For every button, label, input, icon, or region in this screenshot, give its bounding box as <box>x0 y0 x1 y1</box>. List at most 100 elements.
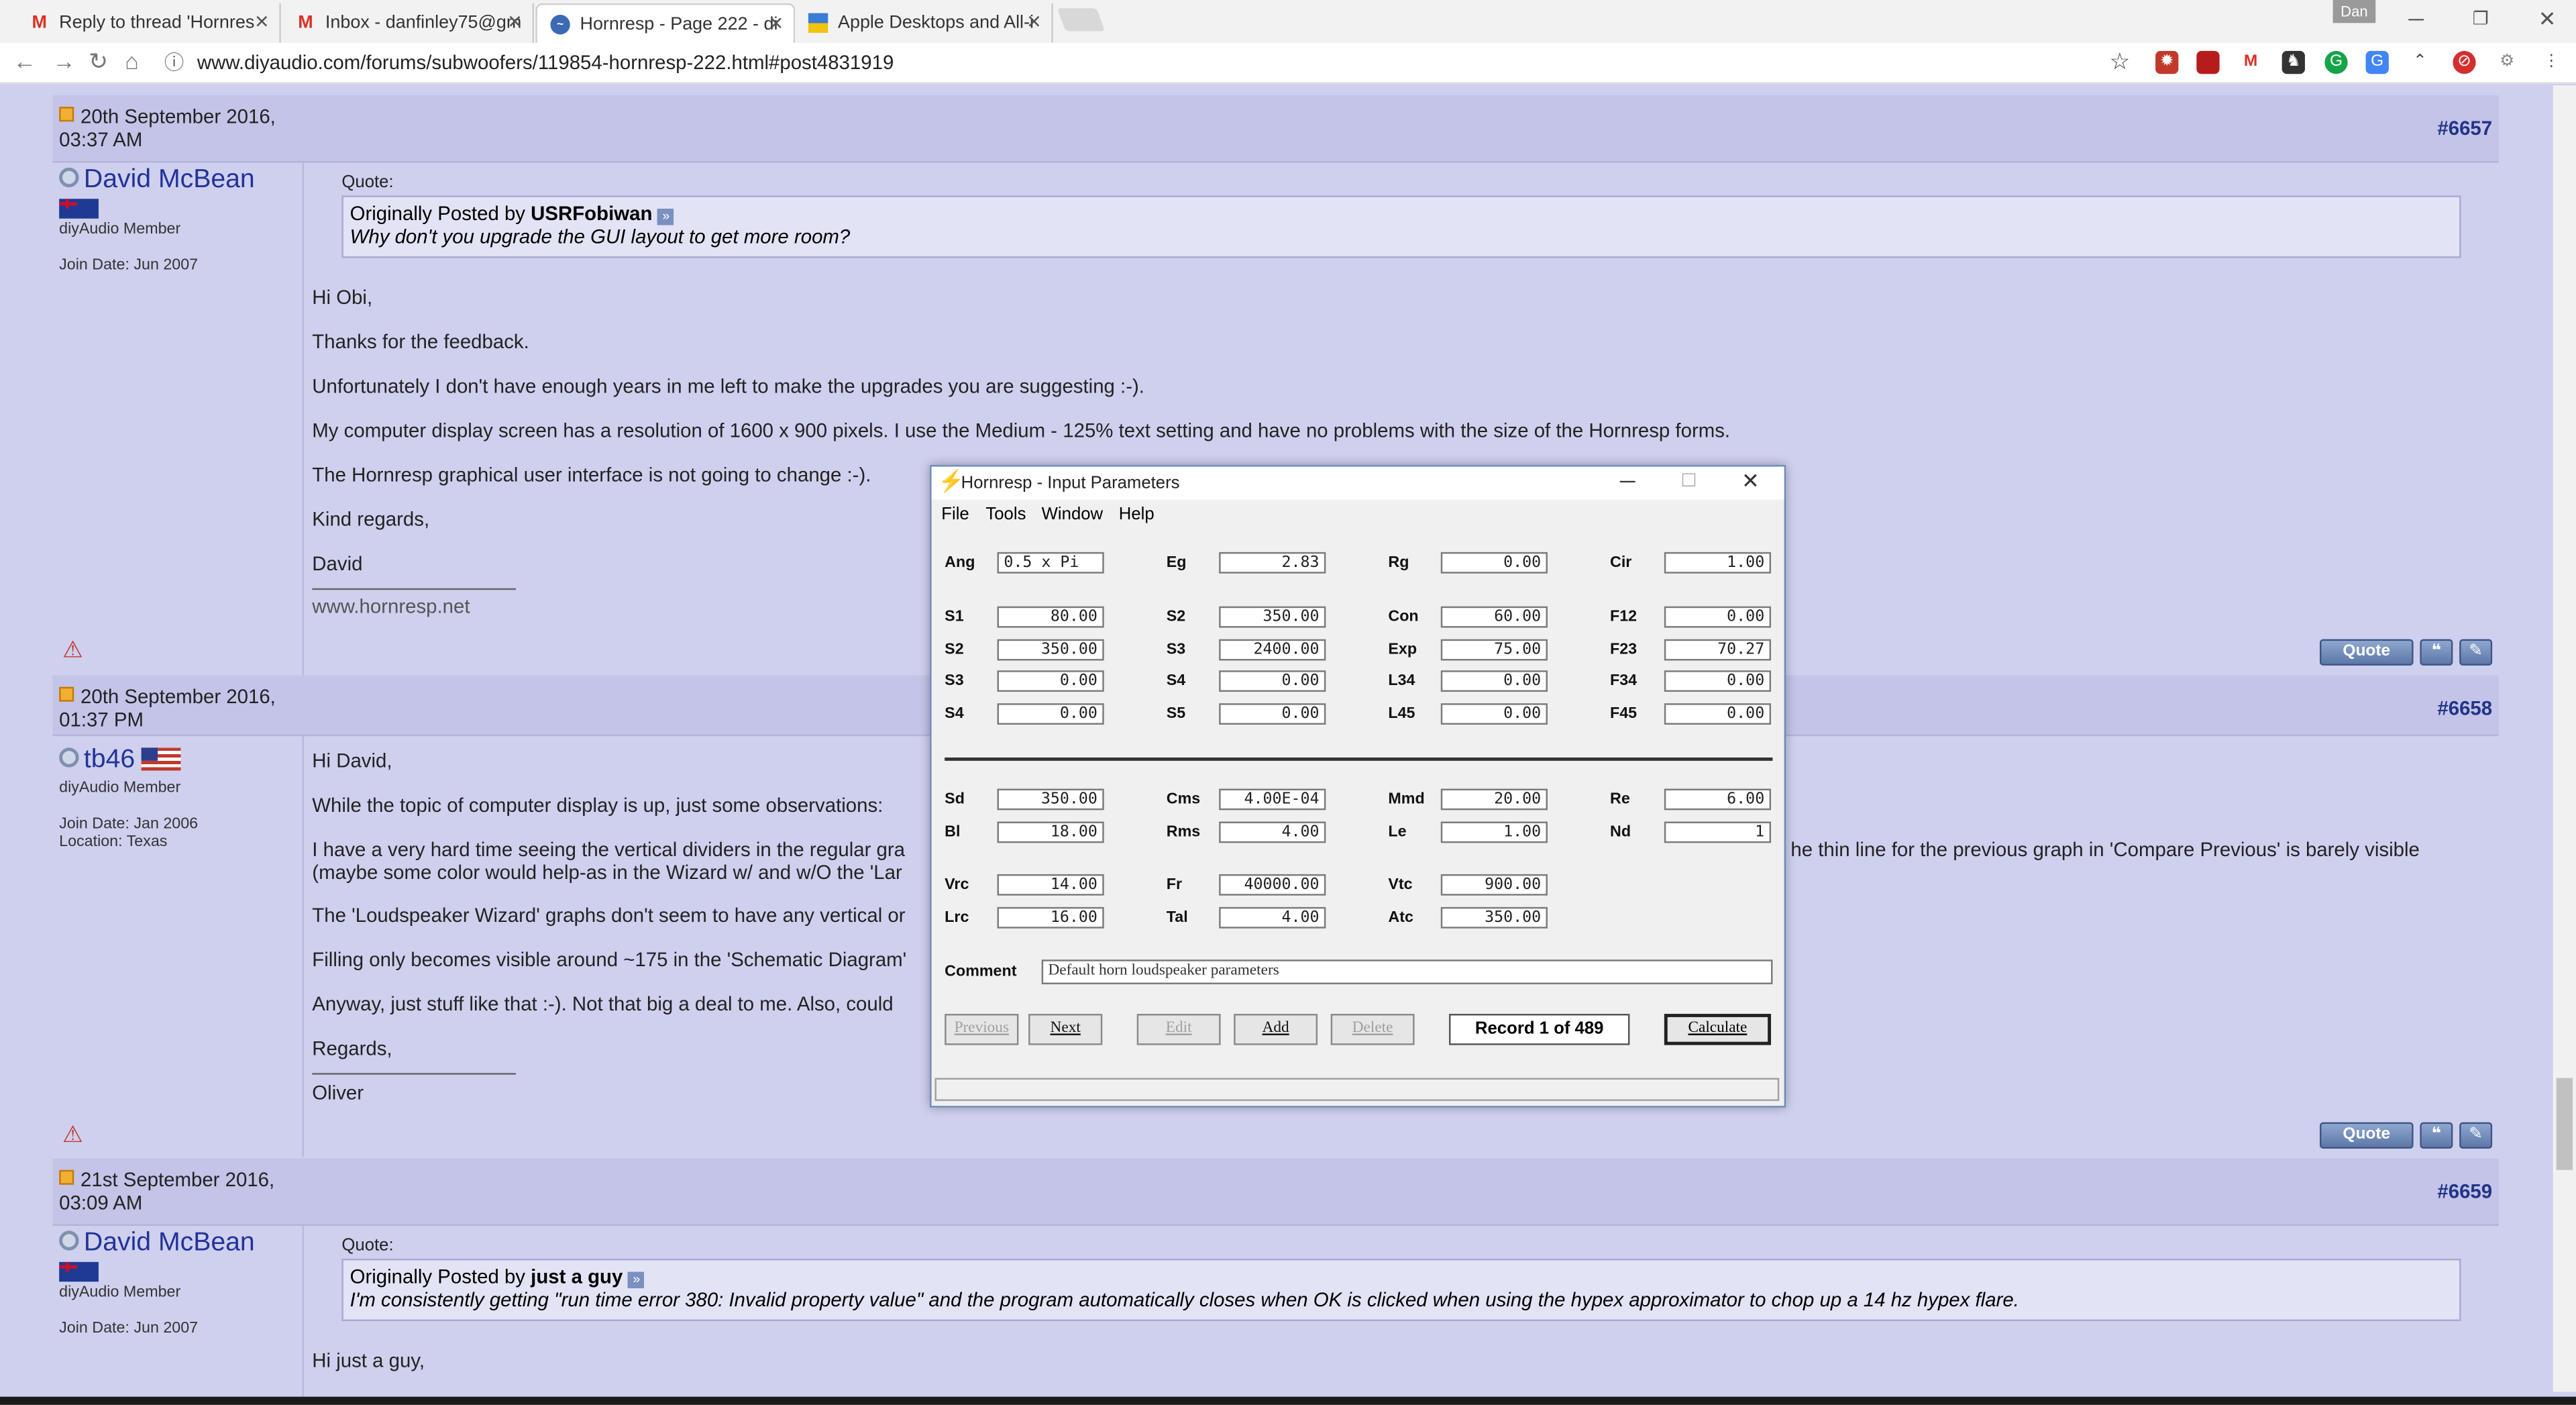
bookmark-star-icon[interactable]: ☆ <box>2110 48 2131 76</box>
scrollbar-thumb[interactable] <box>2556 1078 2573 1170</box>
param-field[interactable]: 14.00 <box>997 874 1104 896</box>
param-field[interactable]: 75.00 <box>1440 639 1548 661</box>
param-field[interactable]: 0.00 <box>1440 703 1548 725</box>
extension-icon-6[interactable]: ⚙ <box>2496 50 2519 74</box>
extension-icon-2[interactable] <box>2196 50 2220 74</box>
param-field[interactable]: 0.00 <box>1440 670 1548 692</box>
next-button[interactable]: Next <box>1028 1014 1103 1045</box>
previous-button[interactable]: Previous <box>945 1014 1019 1045</box>
restore-icon[interactable]: ❐ <box>2473 8 2489 30</box>
param-field[interactable]: 4.00 <box>1219 906 1326 929</box>
close-icon[interactable]: ✕ <box>1026 11 1042 33</box>
multi-quote-icon[interactable]: ❝ <box>2420 639 2453 666</box>
forward-icon[interactable]: → <box>52 48 75 74</box>
param-field[interactable]: 0.00 <box>997 670 1104 692</box>
param-field[interactable]: 900.00 <box>1440 874 1548 896</box>
menu-icon[interactable]: ⋮ <box>2540 50 2563 74</box>
quote-button[interactable]: Quote <box>2319 1122 2414 1149</box>
param-field[interactable]: 0.5 x Pi <box>997 552 1104 574</box>
comment-field[interactable]: Default horn loudspeaker parameters <box>1041 959 1773 984</box>
post-number[interactable]: #6659 <box>2437 1180 2492 1202</box>
menu-window[interactable]: Window <box>1042 505 1103 524</box>
extension-icon-4[interactable]: ⌃ <box>2408 50 2432 74</box>
tab-inbox[interactable]: M Inbox - danfinley75@gm ✕ <box>282 3 534 43</box>
view-post-icon[interactable]: » <box>628 1271 645 1289</box>
reload-icon[interactable]: ↻ <box>89 48 108 76</box>
grammarly-icon[interactable]: G <box>2324 50 2348 74</box>
param-field[interactable]: 18.00 <box>997 821 1104 843</box>
param-field[interactable]: 1 <box>1664 821 1772 843</box>
param-field[interactable]: 60.00 <box>1440 606 1548 628</box>
menu-file[interactable]: File <box>941 505 969 524</box>
tab-hornresp[interactable]: ~ Hornresp - Page 222 - di ✕ <box>535 3 796 45</box>
close-icon[interactable]: ✕ <box>254 11 270 33</box>
user-role: diyAudio Member <box>59 1283 181 1302</box>
translate-icon[interactable]: G <box>2365 50 2389 74</box>
tab-apple[interactable]: Apple Desktops and All-i ✕ <box>795 3 1053 43</box>
username[interactable]: David McBean <box>59 1229 255 1259</box>
quote-button[interactable]: Quote <box>2319 639 2414 666</box>
param-field[interactable]: 350.00 <box>997 639 1104 661</box>
param-field[interactable]: 2400.00 <box>1219 639 1326 661</box>
calculate-button[interactable]: Calculate <box>1664 1014 1772 1045</box>
close-icon[interactable]: ✕ <box>507 11 523 33</box>
username[interactable]: David McBean <box>59 166 255 195</box>
edit-button[interactable]: Edit <box>1136 1014 1221 1045</box>
post-number[interactable]: #6657 <box>2437 117 2492 140</box>
extension-icon-5[interactable]: ⊘ <box>2453 50 2476 74</box>
param-field[interactable]: 6.00 <box>1664 788 1772 811</box>
param-field[interactable]: 70.27 <box>1664 639 1772 661</box>
back-icon[interactable]: ← <box>13 48 36 74</box>
param-field[interactable]: 0.00 <box>1664 606 1772 628</box>
param-field[interactable]: 0.00 <box>1219 670 1326 692</box>
report-post-icon[interactable]: ⚠ <box>62 636 83 664</box>
maximize-icon[interactable]: ☐ <box>1680 470 1697 491</box>
home-icon[interactable]: ⌂ <box>125 48 139 74</box>
close-icon[interactable]: ✕ <box>769 13 784 34</box>
window-titlebar[interactable]: ⚡ Hornresp - Input Parameters ─ ☐ ✕ <box>931 466 1784 500</box>
minimize-icon[interactable]: ─ <box>1620 468 1635 493</box>
menu-help[interactable]: Help <box>1119 505 1155 524</box>
extension-icon-1[interactable]: ✹ <box>2155 50 2179 74</box>
post-number[interactable]: #6658 <box>2437 696 2492 719</box>
param-field[interactable]: 40000.00 <box>1219 874 1326 896</box>
new-tab-button[interactable] <box>1057 8 1106 32</box>
param-field[interactable]: 4.00E-04 <box>1219 788 1326 811</box>
quick-reply-icon[interactable]: ✎ <box>2459 1122 2493 1149</box>
param-field[interactable]: 4.00 <box>1219 821 1326 843</box>
address-bar[interactable]: ⓘ www.diyaudio.com/forums/subwoofers/1198… <box>164 46 2145 79</box>
view-post-icon[interactable]: » <box>657 209 675 225</box>
param-field[interactable]: 0.00 <box>1664 670 1772 692</box>
profile-button[interactable]: Dan <box>2332 0 2376 23</box>
param-field[interactable]: 20.00 <box>1440 788 1548 811</box>
param-field[interactable]: 350.00 <box>1219 606 1326 628</box>
quick-reply-icon[interactable]: ✎ <box>2459 639 2493 666</box>
param-field[interactable]: 0.00 <box>1219 703 1326 725</box>
param-field[interactable]: 350.00 <box>1440 906 1548 929</box>
param-label: Cir <box>1610 554 1632 572</box>
param-field[interactable]: 1.00 <box>1440 821 1548 843</box>
param-field[interactable]: 16.00 <box>997 906 1104 929</box>
minimize-icon[interactable]: ─ <box>2408 7 2424 32</box>
add-button[interactable]: Add <box>1234 1014 1318 1045</box>
tab-reply-thread[interactable]: M Reply to thread 'Hornres ✕ <box>16 3 281 43</box>
param-field[interactable]: 1.00 <box>1664 552 1772 574</box>
extension-icon-3[interactable]: ♞ <box>2282 50 2305 74</box>
username[interactable]: tb46 <box>59 746 181 776</box>
delete-button[interactable]: Delete <box>1330 1014 1415 1045</box>
page-scrollbar[interactable] <box>2553 85 2576 1392</box>
param-field[interactable]: 80.00 <box>997 606 1104 628</box>
close-window-icon[interactable]: ✕ <box>2538 7 2557 33</box>
close-icon[interactable]: ✕ <box>1741 468 1760 495</box>
param-field[interactable]: 2.83 <box>1219 552 1326 574</box>
info-icon[interactable]: ⓘ <box>164 46 187 79</box>
report-post-icon[interactable]: ⚠ <box>62 1121 83 1149</box>
signature-link[interactable]: www.hornresp.net <box>312 595 470 618</box>
multi-quote-icon[interactable]: ❝ <box>2420 1122 2453 1149</box>
param-field[interactable]: 0.00 <box>1664 703 1772 725</box>
param-field[interactable]: 0.00 <box>997 703 1104 725</box>
param-field[interactable]: 350.00 <box>997 788 1104 811</box>
param-field[interactable]: 0.00 <box>1440 552 1548 574</box>
gmail-extension-icon[interactable]: M <box>2239 50 2263 74</box>
menu-tools[interactable]: Tools <box>985 505 1026 524</box>
